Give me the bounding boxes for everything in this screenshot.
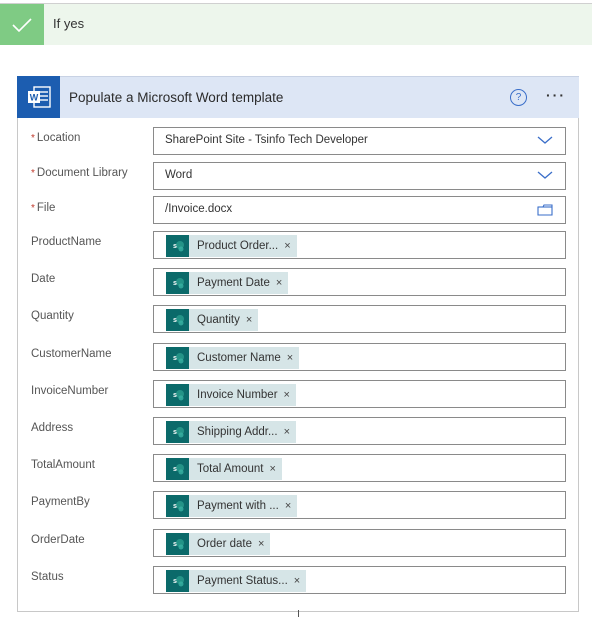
remove-token-icon[interactable]: × [258, 538, 264, 550]
dynamic-content-token[interactable]: s Payment with ... × [166, 495, 298, 517]
folder-icon[interactable] [537, 204, 553, 216]
field-productname[interactable]: s Product Order... × [153, 231, 566, 259]
sharepoint-icon: s [166, 309, 189, 331]
field-quantity[interactable]: s Quantity × [153, 305, 566, 333]
sharepoint-icon: s [166, 272, 189, 294]
field-totalamount[interactable]: s Total Amount × [153, 454, 566, 482]
field-status[interactable]: s Payment Status... × [153, 566, 566, 594]
field-label-totalamount: TotalAmount [31, 459, 95, 471]
sharepoint-icon: s [166, 570, 189, 592]
action-title: Populate a Microsoft Word template [69, 90, 284, 105]
chevron-down-icon [537, 171, 553, 179]
document-library-value: Word [165, 169, 193, 181]
field-date[interactable]: s Payment Date × [153, 268, 566, 296]
token-label: Shipping Addr... [197, 426, 278, 438]
remove-token-icon[interactable]: × [284, 389, 290, 401]
file-value: /Invoice.docx [165, 203, 233, 215]
sharepoint-icon: s [166, 533, 189, 555]
field-invoicenumber[interactable]: s Invoice Number × [153, 380, 566, 408]
remove-token-icon[interactable]: × [294, 575, 300, 587]
svg-text:s: s [173, 466, 177, 473]
remove-token-icon[interactable]: × [284, 240, 290, 252]
field-customername[interactable]: s Customer Name × [153, 343, 566, 371]
token-label: Payment Status... [197, 575, 288, 587]
dynamic-content-token[interactable]: s Shipping Addr... × [166, 421, 296, 443]
document-library-dropdown[interactable]: Word [153, 162, 566, 190]
file-input[interactable]: /Invoice.docx [153, 196, 566, 224]
dynamic-content-token[interactable]: s Payment Status... × [166, 570, 307, 592]
svg-text:s: s [173, 503, 177, 510]
field-label-address: Address [31, 422, 74, 434]
token-label: Customer Name [197, 352, 281, 364]
field-label-quantity: Quantity [31, 310, 74, 322]
field-address[interactable]: s Shipping Addr... × [153, 417, 566, 445]
sharepoint-icon: s [166, 235, 189, 257]
svg-text:s: s [173, 280, 177, 287]
checkmark-icon [0, 4, 44, 45]
sharepoint-icon: s [166, 495, 189, 517]
field-label-date: Date [31, 273, 56, 285]
remove-token-icon[interactable]: × [269, 463, 275, 475]
token-label: Total Amount [197, 463, 264, 475]
token-label: Payment Date [197, 277, 270, 289]
dynamic-content-token[interactable]: s Payment Date × [166, 272, 289, 294]
dynamic-content-token[interactable]: s Quantity × [166, 309, 259, 331]
field-label-paymentby: PaymentBy [31, 496, 90, 508]
svg-text:s: s [173, 392, 177, 399]
remove-token-icon[interactable]: × [246, 314, 252, 326]
sharepoint-icon: s [166, 458, 189, 480]
condition-label: If yes [53, 16, 85, 31]
action-card-header[interactable]: W Populate a Microsoft Word template ? ·… [17, 76, 579, 118]
field-label-invoicenumber: InvoiceNumber [31, 385, 109, 397]
token-label: Payment with ... [197, 500, 279, 512]
sharepoint-icon: s [166, 421, 189, 443]
more-options-button[interactable]: ··· [546, 87, 566, 103]
token-label: Invoice Number [197, 389, 278, 401]
field-paymentby[interactable]: s Payment with ... × [153, 491, 566, 519]
dynamic-content-token[interactable]: s Total Amount × [166, 458, 282, 480]
svg-text:s: s [173, 541, 177, 548]
field-label-status: Status [31, 571, 64, 583]
help-icon[interactable]: ? [510, 89, 527, 106]
sharepoint-icon: s [166, 347, 189, 369]
field-label-customername: CustomerName [31, 348, 112, 360]
sharepoint-icon: s [166, 384, 189, 406]
svg-text:W: W [29, 93, 38, 103]
remove-token-icon[interactable]: × [287, 352, 293, 364]
field-label-productname: ProductName [31, 236, 102, 248]
document-library-label: * Document Library [31, 167, 128, 179]
field-orderdate[interactable]: s Order date × [153, 529, 566, 557]
file-label: * File [31, 202, 56, 214]
remove-token-icon[interactable]: × [284, 426, 290, 438]
svg-text:s: s [173, 243, 177, 250]
token-label: Order date [197, 538, 252, 550]
remove-token-icon[interactable]: × [276, 277, 282, 289]
condition-branch-header[interactable]: If yes [0, 4, 592, 45]
chevron-down-icon [537, 136, 553, 144]
field-label-orderdate: OrderDate [31, 534, 85, 546]
dynamic-content-token[interactable]: s Customer Name × [166, 347, 300, 369]
location-label: * Location [31, 132, 81, 144]
dynamic-content-token[interactable]: s Order date × [166, 533, 271, 555]
location-value: SharePoint Site - Tsinfo Tech Developer [165, 134, 368, 146]
dynamic-content-token[interactable]: s Product Order... × [166, 235, 297, 257]
dynamic-content-token[interactable]: s Invoice Number × [166, 384, 296, 406]
connector-line [298, 610, 299, 617]
word-icon: W [17, 76, 60, 118]
token-label: Product Order... [197, 240, 279, 252]
svg-text:s: s [173, 429, 177, 436]
token-label: Quantity [197, 314, 240, 326]
location-dropdown[interactable]: SharePoint Site - Tsinfo Tech Developer [153, 127, 566, 155]
svg-text:s: s [173, 317, 177, 324]
svg-text:s: s [173, 355, 177, 362]
svg-text:s: s [173, 578, 177, 585]
remove-token-icon[interactable]: × [285, 500, 291, 512]
